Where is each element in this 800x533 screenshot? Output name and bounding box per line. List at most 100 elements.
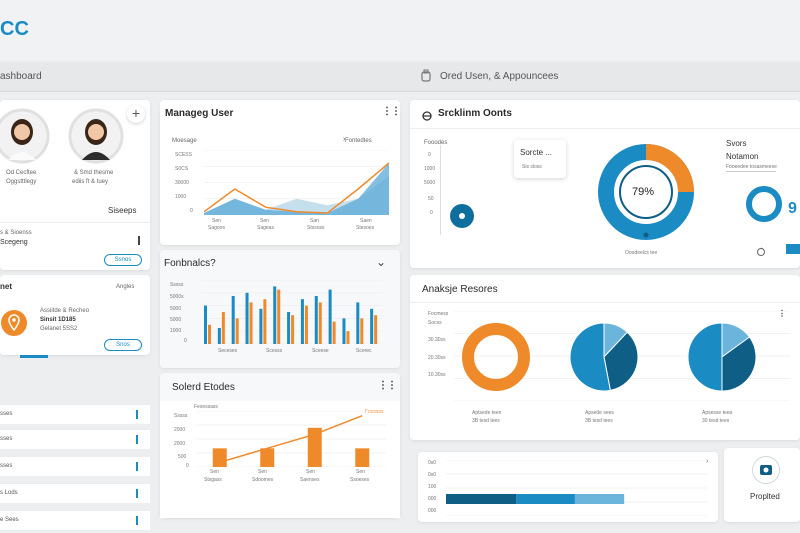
bar <box>245 292 249 344</box>
y-tick: 000 <box>428 496 437 502</box>
bar <box>342 318 346 344</box>
location-button[interactable]: Snos <box>104 339 142 351</box>
location-right-label: Angles <box>116 284 135 290</box>
avatar-1[interactable] <box>0 108 56 169</box>
y-tick: 0 <box>430 210 433 216</box>
list-item[interactable]: sses <box>0 404 150 424</box>
x-sub: Stsgass <box>204 477 222 483</box>
add-user-button[interactable]: + <box>127 105 145 123</box>
bar <box>314 296 318 344</box>
bar <box>208 324 211 344</box>
y-tick: 500 <box>178 454 187 460</box>
list-item[interactable]: sses <box>0 456 150 476</box>
divider <box>410 128 800 129</box>
y-tick: 2000 <box>174 427 186 433</box>
bar <box>287 312 291 344</box>
bar <box>332 321 336 344</box>
bar <box>304 305 308 344</box>
x-sub: Stesoes <box>356 225 375 231</box>
manage-menu-icon[interactable]: ⋮⋮ <box>382 106 401 117</box>
y-tick: Sssss <box>174 413 188 419</box>
y-tick: 0 <box>190 208 193 214</box>
features-bar-chart <box>202 280 382 344</box>
bar <box>249 302 253 344</box>
bar <box>291 315 295 344</box>
list-item[interactable]: s Lods <box>0 483 150 503</box>
y-tick: 30.30ss <box>428 337 446 343</box>
bar <box>221 312 225 344</box>
bar <box>346 331 350 344</box>
y-tick: 30000 <box>175 180 189 186</box>
axis-line <box>440 145 441 235</box>
sales-title: Solerd Etodes <box>172 382 235 393</box>
bottom-chart-card: › 0s0 0s0 100 000 000 <box>418 452 718 522</box>
location-line1: Assiitde & Recheo <box>40 308 90 314</box>
manage-legend-right: Fontedtes <box>345 138 372 144</box>
stats-card: Srcklinm Oonts Fooodes 0 1000 5000 50 0 … <box>410 100 800 268</box>
pie-sub: 30 tesd tees <box>702 418 730 424</box>
list-item[interactable]: sses <box>0 429 150 449</box>
analysis-title: Anaksje Resores <box>422 284 498 295</box>
avatar-2[interactable] <box>68 108 124 169</box>
x-tick: Saen <box>360 218 372 224</box>
pie-label: Apsesse teea <box>702 410 733 416</box>
y-tick: 000 <box>428 508 437 514</box>
bar <box>217 328 221 344</box>
y-tick: 10.30ss <box>428 372 446 378</box>
item-handle <box>138 236 140 245</box>
app-logo[interactable]: CC <box>0 18 29 41</box>
manage-title: Manageg User <box>165 108 234 119</box>
tab-indicator <box>20 355 48 358</box>
y-tick: 0 <box>186 463 189 469</box>
refresh-icon[interactable] <box>756 244 766 262</box>
tooltip: Sorcte ... Sis sloss <box>514 140 566 178</box>
chevron-right-icon[interactable]: › <box>343 136 345 143</box>
x-tick: Scesss <box>266 348 283 354</box>
y-tick: 5000 <box>170 317 182 323</box>
y-tick: Sssss <box>170 282 184 288</box>
users-button[interactable]: Ssnos <box>104 254 142 266</box>
x-tick: Sen <box>258 469 267 475</box>
y-tick: 0 <box>428 152 431 158</box>
location-title: net <box>0 282 12 291</box>
profile-card[interactable]: Proplted <box>724 448 800 522</box>
bar <box>328 289 332 344</box>
pie-sub: 3B tesd tees <box>585 418 613 424</box>
x-tick: Scerec <box>356 348 372 354</box>
divider <box>0 222 150 223</box>
right-title: Svors <box>726 139 747 148</box>
chevron-down-icon[interactable]: ⌄ <box>376 255 386 269</box>
pie-sub: 3B tesd tees <box>472 418 500 424</box>
x-tick: Sen <box>306 469 315 475</box>
bar <box>263 299 267 344</box>
x-tick: Sen <box>212 218 221 224</box>
x-tick: Sen <box>210 469 219 475</box>
x-tick: Sceese <box>312 348 329 354</box>
x-tick: San <box>310 218 319 224</box>
bar <box>277 289 281 344</box>
profile-label: Proplted <box>750 492 780 501</box>
bar <box>360 318 364 344</box>
list-item[interactable]: e Sees <box>0 510 150 530</box>
user1-name: Od Cecftee <box>6 170 37 176</box>
y-tick: 20.30ss <box>428 355 446 361</box>
stats-left-legend: Fooodes <box>424 140 448 146</box>
y-tick: 50 <box>428 196 434 202</box>
y-tick: 1000 <box>424 166 436 172</box>
sales-menu-icon[interactable]: ⋮⋮ <box>378 380 397 391</box>
bar <box>356 302 360 344</box>
right-mini-donut <box>744 184 784 229</box>
sales-legend: Fesessass <box>194 404 218 410</box>
top-bar: CC <box>0 0 800 60</box>
right-action-button[interactable] <box>786 244 800 254</box>
y-tick: 2000 <box>174 441 186 447</box>
breadcrumb[interactable]: ashboard <box>0 71 42 82</box>
right-subtitle: Notamon <box>726 152 759 161</box>
y-tick: 0s0 <box>428 460 437 466</box>
scatter-point[interactable] <box>450 204 474 228</box>
features-title: Fonbnalcs? <box>164 258 216 269</box>
bar <box>574 494 625 504</box>
nav-section[interactable]: Ored Usen, & Appouncees <box>440 71 558 82</box>
profile-avatar[interactable] <box>752 456 780 484</box>
bar-group <box>212 427 370 467</box>
